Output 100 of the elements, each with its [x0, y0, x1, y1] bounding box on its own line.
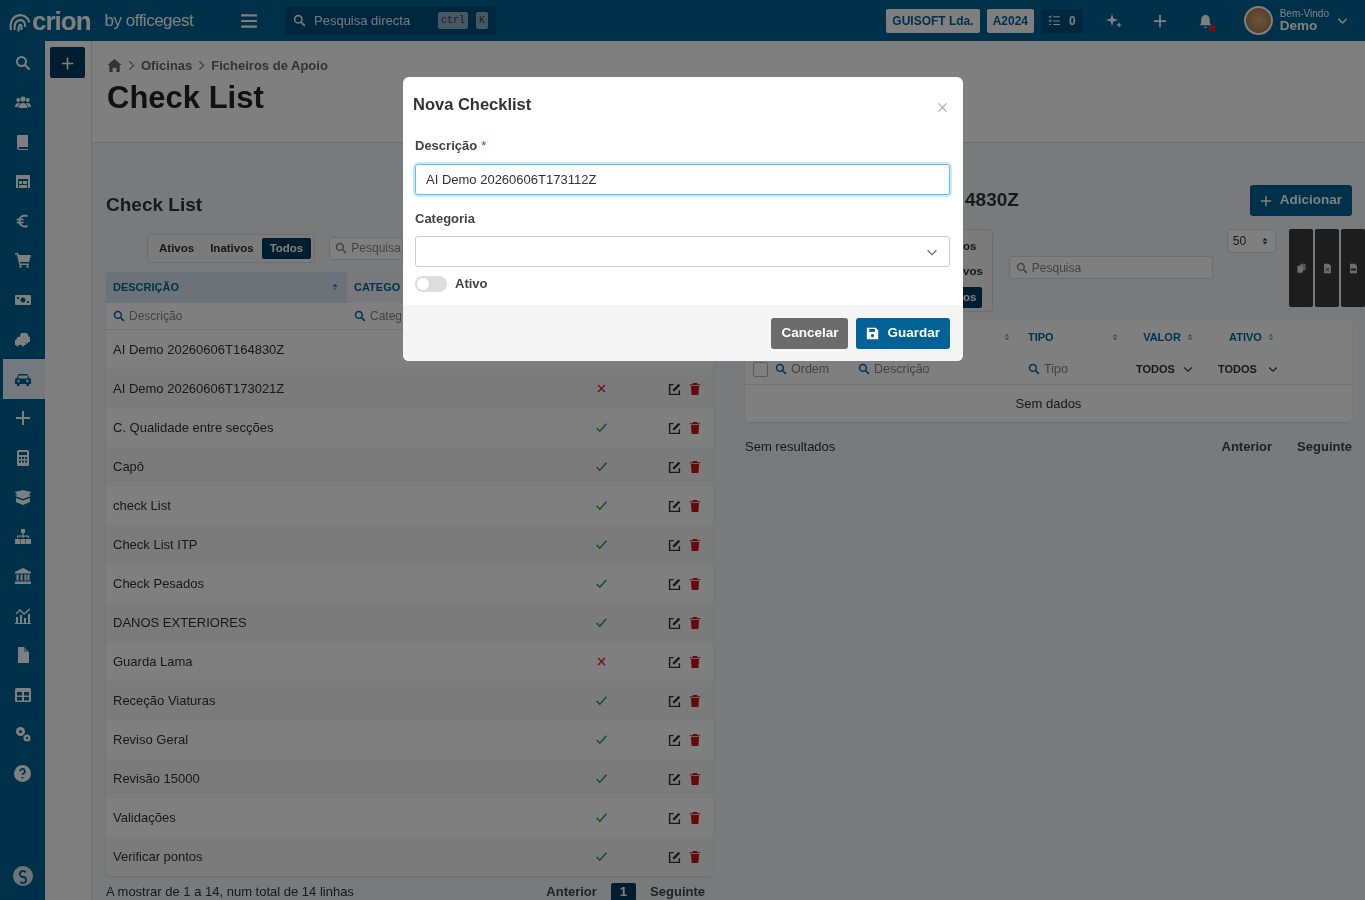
- edit-icon: [668, 694, 681, 708]
- column-header[interactable]: TIPO: [1028, 328, 1054, 345]
- save-button[interactable]: Guardar: [856, 317, 950, 349]
- column-header[interactable]: ATIVO: [1229, 328, 1262, 345]
- filter-field[interactable]: Ordem: [775, 359, 858, 379]
- calculator-icon: [14, 449, 31, 466]
- edit-icon: [668, 577, 681, 591]
- filter-tab[interactable]: os: [959, 236, 983, 258]
- search-placeholder: Pesquisa directa: [314, 11, 412, 30]
- next-link[interactable]: Seguinte: [650, 884, 705, 899]
- field-label: Descrição: [415, 137, 478, 155]
- table-cell-text: DANOS EXTERIORES: [112, 613, 248, 632]
- table-cell-text: Capô: [112, 457, 146, 476]
- edit-icon: [668, 499, 681, 513]
- export-button[interactable]: [1289, 229, 1313, 307]
- add-button[interactable]: Adicionar: [1249, 185, 1352, 216]
- next-link[interactable]: Seguinte: [1297, 437, 1352, 457]
- breadcrumb-link[interactable]: Ficheiros de Apoio: [211, 56, 328, 76]
- panel-title: Check List: [106, 193, 203, 217]
- trash-icon: [689, 773, 701, 785]
- trash-icon: [689, 734, 701, 746]
- edit-icon: [668, 811, 681, 825]
- bank-icon: [14, 568, 31, 585]
- avatar[interactable]: [1243, 6, 1273, 35]
- sparkle-icon: [1105, 13, 1122, 30]
- required-mark: *: [481, 137, 487, 155]
- filter-tab[interactable]: vos: [959, 261, 989, 283]
- filter-tab[interactable]: Inativos: [202, 237, 262, 259]
- users-icon: [14, 94, 31, 111]
- sort-icon: [1260, 236, 1270, 246]
- logo-tagline: by officegest: [104, 9, 194, 32]
- brand-icon: [12, 866, 33, 886]
- trash-icon: [689, 422, 701, 434]
- cars-icon: [14, 331, 31, 348]
- close-icon: [936, 101, 949, 115]
- search-icon: [775, 363, 787, 376]
- file-icon: [1347, 262, 1359, 274]
- edit-icon: [668, 538, 681, 552]
- summary-text: A mostrar de 1 a 14, num total de 14 linhas: [106, 884, 355, 899]
- filter-field[interactable]: Descrição: [106, 302, 347, 330]
- edit-icon: [668, 460, 681, 474]
- column-header[interactable]: DESCRIÇÃO: [106, 271, 347, 303]
- home-icon: [107, 58, 122, 74]
- column-select[interactable]: TODOS: [1210, 361, 1295, 378]
- previous-link[interactable]: Anterior: [1221, 437, 1273, 457]
- page-title: Check List: [107, 80, 264, 115]
- spreadsheet-icon: [1321, 262, 1333, 274]
- export-button[interactable]: [1315, 229, 1339, 307]
- cancel-button[interactable]: Cancelar: [771, 317, 849, 349]
- gears-icon: [14, 726, 31, 743]
- trash-icon: [689, 656, 701, 668]
- select-all-checkbox[interactable]: [752, 361, 768, 377]
- previous-link[interactable]: Anterior: [546, 884, 597, 899]
- trash-icon: [689, 383, 701, 395]
- search-icon: [354, 309, 366, 322]
- table-cell-text: check List: [112, 496, 172, 515]
- company-badge[interactable]: GUISOFT Lda.: [886, 8, 980, 33]
- export-button[interactable]: [1341, 229, 1365, 307]
- search-field[interactable]: Pesquisa: [1008, 256, 1213, 279]
- column-select[interactable]: TODOS: [1128, 361, 1210, 378]
- page-size-select[interactable]: 50: [1226, 229, 1276, 253]
- field-label: Categoria: [415, 210, 475, 226]
- table-cell-text: Check Pesados: [112, 574, 206, 593]
- bell-icon: [1197, 13, 1213, 29]
- breadcrumb-link[interactable]: Oficinas: [141, 56, 193, 76]
- filter-tab[interactable]: Todos: [261, 237, 312, 259]
- filter-field[interactable]: Tipo: [1020, 359, 1128, 379]
- filter-field[interactable]: Descrição: [858, 359, 1020, 379]
- trash-icon: [689, 617, 701, 629]
- trash-icon: [689, 578, 701, 590]
- search-field[interactable]: Pesquisa: [329, 236, 404, 260]
- menu-icon: [240, 12, 258, 31]
- column-header[interactable]: VALOR: [1143, 328, 1181, 345]
- sidebar-item[interactable]: [0, 359, 45, 399]
- panel-title: 4830Z: [965, 188, 1019, 213]
- search-icon: [1028, 363, 1040, 376]
- table-cell-text: AI Demo 20260606T164830Z: [112, 340, 286, 359]
- table-cell-text: Verificar pontos: [112, 847, 204, 866]
- filter-tab[interactable]: Ativos: [151, 237, 203, 259]
- tasks-button[interactable]: 0: [1041, 8, 1083, 33]
- text-field[interactable]: AI Demo 20260606T173112Z: [415, 163, 950, 195]
- search-icon: [14, 54, 31, 71]
- trash-icon: [689, 539, 701, 551]
- search-icon: [293, 14, 306, 27]
- sort-icon: [1110, 331, 1120, 342]
- toggle-switch[interactable]: [415, 275, 447, 292]
- user-name: Demo: [1279, 18, 1319, 33]
- new-button[interactable]: [50, 47, 85, 78]
- book-icon: [14, 133, 31, 150]
- copy-icon: [1295, 262, 1307, 274]
- search-icon: [113, 309, 125, 322]
- trash-icon: [689, 851, 701, 863]
- year-badge[interactable]: A2024: [986, 8, 1034, 33]
- table-icon: [14, 686, 31, 703]
- table-cell-text: Validações: [112, 808, 177, 827]
- page-button[interactable]: 1: [610, 882, 637, 900]
- search-icon: [858, 363, 870, 376]
- plus-icon: [14, 410, 31, 427]
- checklist-icon: [1048, 14, 1061, 27]
- plus-icon: [1152, 14, 1167, 29]
